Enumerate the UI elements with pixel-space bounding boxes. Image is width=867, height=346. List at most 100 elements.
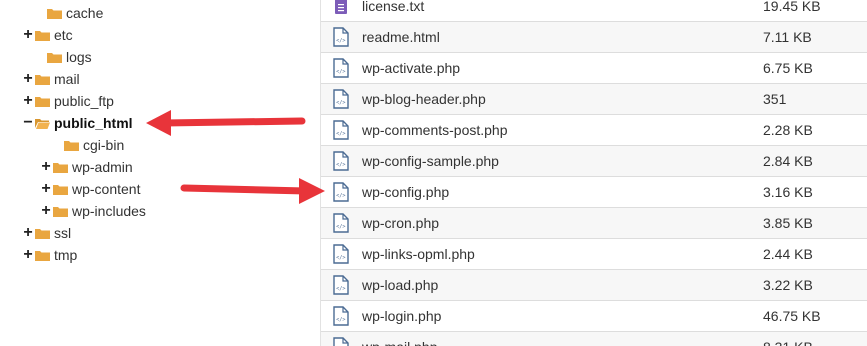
folder-icon	[53, 206, 68, 217]
file-size: 2.44 KB	[763, 246, 813, 262]
file-name: wp-config.php	[362, 184, 450, 200]
tree-item-mail[interactable]: + mail	[22, 68, 80, 90]
file-name: wp-config-sample.php	[362, 153, 499, 169]
expand-toggle[interactable]: +	[22, 27, 34, 43]
svg-text:</>: </>	[336, 69, 345, 75]
file-row-wp-mail[interactable]: </> wp-mail.php 8.31 KB	[321, 332, 867, 346]
file-row-readme[interactable]: </> readme.html 7.11 KB	[321, 22, 867, 53]
svg-text:</>: </>	[336, 162, 345, 168]
code-file-icon: </>	[321, 84, 361, 114]
tree-item-logs[interactable]: logs	[34, 46, 92, 68]
file-row-wp-links-opml[interactable]: </> wp-links-opml.php 2.44 KB	[321, 239, 867, 270]
code-file-icon: </>	[321, 208, 361, 238]
folder-icon	[53, 184, 68, 195]
file-size: 2.28 KB	[763, 122, 813, 138]
file-row-wp-comments-post[interactable]: </> wp-comments-post.php 2.28 KB	[321, 115, 867, 146]
tree-label-tmp: tmp	[54, 247, 78, 263]
file-row-wp-activate[interactable]: </> wp-activate.php 6.75 KB	[321, 53, 867, 84]
tree-item-wp-includes[interactable]: + wp-includes	[40, 200, 146, 222]
svg-text:</>: </>	[336, 286, 345, 292]
file-name: wp-comments-post.php	[362, 122, 508, 138]
file-size: 8.31 KB	[763, 332, 813, 346]
tree-item-ssl[interactable]: + ssl	[22, 222, 71, 244]
file-name: wp-links-opml.php	[362, 246, 475, 262]
code-file-icon: </>	[321, 115, 361, 145]
file-size: 6.75 KB	[763, 60, 813, 76]
folder-icon	[35, 74, 50, 85]
tree-label-wp-includes: wp-includes	[72, 203, 146, 219]
file-name: wp-load.php	[362, 277, 439, 293]
tree-label-cgi-bin: cgi-bin	[83, 137, 125, 153]
tree-label-public-html: public_html	[54, 115, 133, 131]
svg-text:</>: </>	[336, 38, 345, 44]
folder-icon	[35, 30, 50, 41]
code-file-icon: </>	[321, 332, 361, 346]
tree-label-public-ftp: public_ftp	[54, 93, 114, 109]
tree-label-wp-admin: wp-admin	[72, 159, 133, 175]
expand-toggle[interactable]: +	[40, 181, 52, 197]
file-name: wp-activate.php	[362, 60, 461, 76]
tree-item-wp-content[interactable]: + wp-content	[40, 178, 140, 200]
file-row-wp-cron[interactable]: </> wp-cron.php 3.85 KB	[321, 208, 867, 239]
code-file-icon: </>	[321, 53, 361, 83]
file-list: license.txt 19.45 KB </> readme.html 7.1…	[321, 0, 867, 346]
file-name: readme.html	[362, 29, 440, 45]
expand-toggle[interactable]: +	[40, 159, 52, 175]
code-file-icon: </>	[321, 301, 361, 331]
expand-toggle[interactable]: +	[40, 203, 52, 219]
tree-label-cache: cache	[66, 5, 104, 21]
tree-label-wp-content: wp-content	[72, 181, 141, 197]
directory-tree: cache + etc logs + mail + public_ftp − p…	[0, 0, 320, 346]
file-row-wp-blog-header[interactable]: </> wp-blog-header.php 351	[321, 84, 867, 115]
svg-text:</>: </>	[336, 317, 345, 323]
file-size: 19.45 KB	[763, 0, 821, 14]
expand-toggle[interactable]: +	[22, 247, 34, 263]
file-size: 2.84 KB	[763, 153, 813, 169]
file-manager-screen: cache + etc logs + mail + public_ftp − p…	[0, 0, 867, 346]
tree-label-ssl: ssl	[54, 225, 72, 241]
file-row-license[interactable]: license.txt 19.45 KB	[321, 0, 867, 22]
tree-item-etc[interactable]: + etc	[22, 24, 73, 46]
file-name: wp-blog-header.php	[362, 91, 486, 107]
folder-icon	[47, 52, 62, 63]
file-size: 3.85 KB	[763, 215, 813, 231]
file-row-wp-config[interactable]: </> wp-config.php 3.16 KB	[321, 177, 867, 208]
folder-icon	[64, 140, 79, 151]
svg-text:</>: </>	[336, 100, 345, 106]
file-size: 3.22 KB	[763, 277, 813, 293]
code-file-icon: </>	[321, 270, 361, 300]
folder-icon	[53, 162, 68, 173]
collapse-toggle[interactable]: −	[22, 115, 34, 131]
svg-text:</>: </>	[336, 131, 345, 137]
expand-toggle[interactable]: +	[22, 71, 34, 87]
tree-item-tmp[interactable]: + tmp	[22, 244, 77, 266]
tree-item-cache[interactable]: cache	[34, 2, 103, 24]
file-name: wp-login.php	[362, 308, 442, 324]
file-row-wp-config-sample[interactable]: </> wp-config-sample.php 2.84 KB	[321, 146, 867, 177]
tree-item-public-ftp[interactable]: + public_ftp	[22, 90, 114, 112]
folder-icon	[47, 8, 62, 19]
tree-item-wp-admin[interactable]: + wp-admin	[40, 156, 133, 178]
expand-toggle[interactable]: +	[22, 225, 34, 241]
expand-toggle[interactable]: +	[22, 93, 34, 109]
code-file-icon: </>	[321, 239, 361, 269]
file-row-wp-login[interactable]: </> wp-login.php 46.75 KB	[321, 301, 867, 332]
file-size: 7.11 KB	[763, 29, 812, 45]
svg-text:</>: </>	[336, 224, 345, 230]
open-folder-icon	[35, 118, 50, 129]
folder-icon	[35, 250, 50, 261]
file-name: wp-cron.php	[362, 215, 440, 231]
file-row-wp-load[interactable]: </> wp-load.php 3.22 KB	[321, 270, 867, 301]
file-size: 351	[763, 91, 787, 107]
file-size: 3.16 KB	[763, 184, 813, 200]
tree-item-public-html[interactable]: − public_html	[22, 112, 133, 134]
file-name: license.txt	[362, 0, 425, 14]
code-file-icon: </>	[321, 22, 361, 52]
code-file-icon: </>	[321, 146, 361, 176]
code-file-icon: </>	[321, 177, 361, 207]
svg-text:</>: </>	[336, 193, 345, 199]
tree-label-etc: etc	[54, 27, 73, 43]
tree-item-cgi-bin[interactable]: cgi-bin	[51, 134, 124, 156]
folder-icon	[35, 96, 50, 107]
tree-label-mail: mail	[54, 71, 80, 87]
